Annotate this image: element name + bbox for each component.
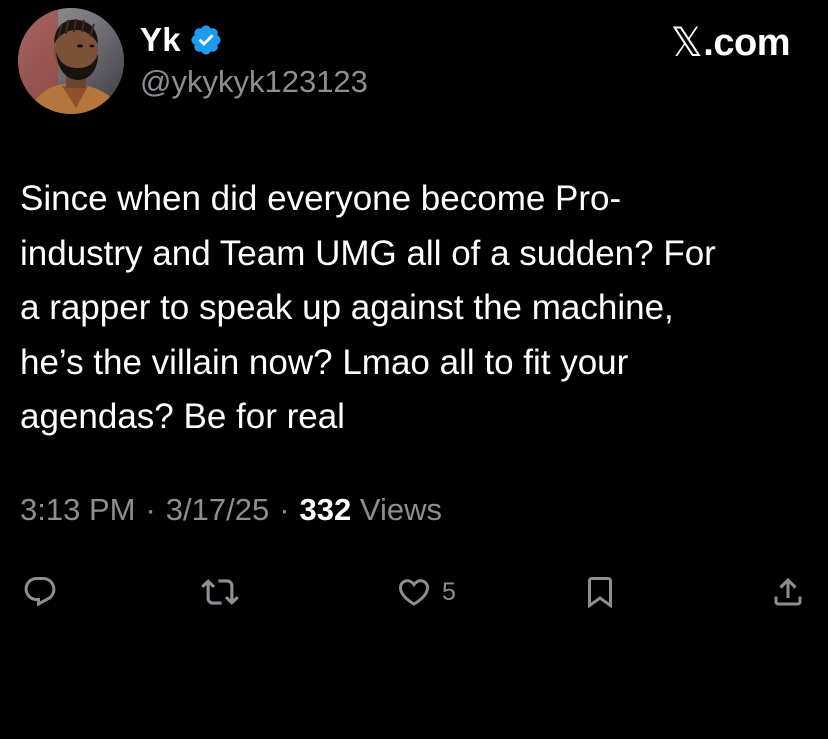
tweet-text: Since when did everyone become Pro- indu… (20, 179, 716, 436)
verified-badge-icon (191, 25, 221, 55)
avatar[interactable] (18, 8, 124, 114)
repost-icon (201, 579, 239, 605)
x-logo-icon: 𝕏 (670, 21, 703, 65)
reply-button[interactable] (22, 570, 68, 614)
tweet-card: Yk @ykykyk123123 𝕏 .com Since when did e… (0, 0, 828, 739)
tweet-time[interactable]: 3:13 PM (20, 492, 135, 528)
share-button[interactable] (770, 570, 816, 614)
bookmark-button[interactable] (582, 570, 628, 614)
x-brand-logo: 𝕏 .com (670, 20, 791, 66)
views[interactable]: 332 Views (300, 492, 443, 528)
meta-separator: · (145, 492, 156, 527)
author-handle[interactable]: @ykykyk123123 (140, 64, 368, 100)
tweet-meta: 3:13 PM · 3/17/25 · 332 Views (20, 492, 442, 528)
avatar-image (18, 8, 124, 114)
author-name-row: Yk (140, 20, 223, 60)
views-label: Views (359, 492, 443, 527)
reply-icon (24, 577, 56, 607)
like-count: 5 (442, 577, 456, 606)
bookmark-icon (588, 577, 612, 609)
tweet-date[interactable]: 3/17/25 (166, 492, 269, 528)
author-display-name[interactable]: Yk (140, 21, 181, 59)
repost-button[interactable] (201, 570, 249, 614)
share-icon (774, 577, 802, 606)
action-bar: 5 (0, 570, 828, 614)
like-button[interactable]: 5 (396, 570, 456, 614)
meta-separator: · (279, 492, 290, 527)
heart-icon (398, 579, 430, 606)
brand-suffix: .com (703, 21, 790, 64)
views-count: 332 (299, 492, 352, 527)
